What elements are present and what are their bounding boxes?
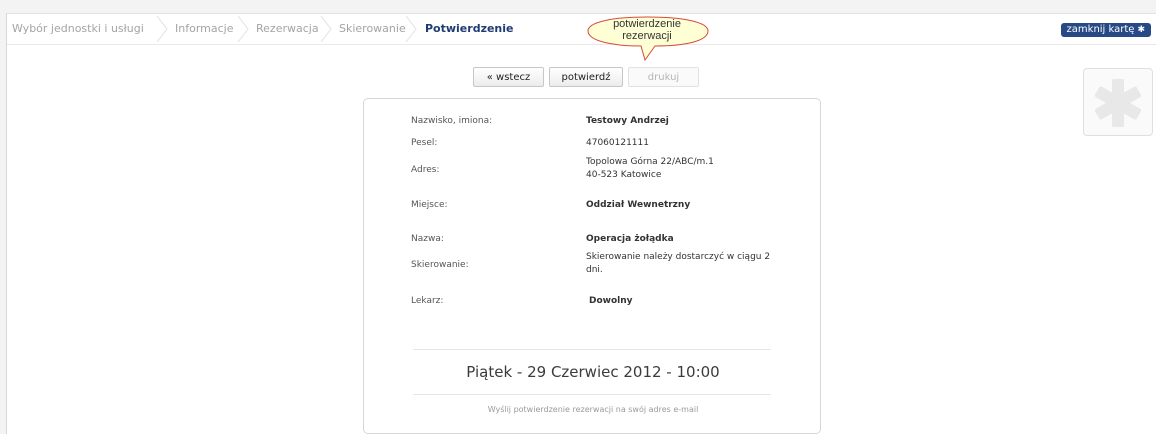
address-line-2: 40-523 Katowice: [586, 170, 662, 180]
service-label: Nazwa:: [411, 234, 444, 244]
divider-top: [413, 349, 771, 350]
doctor-label: Lekarz:: [411, 296, 444, 306]
name-value: Testowy Andrzej: [586, 116, 669, 126]
name-label: Nazwisko, imiona:: [411, 116, 493, 126]
address-value: Topolowa Górna 22/ABC/m.1 40-523 Katowic…: [586, 156, 714, 182]
service-value: Operacja żołądka: [586, 234, 674, 244]
address-label: Adres:: [411, 165, 440, 175]
close-card-label: zamknij kartę: [1066, 24, 1135, 35]
address-line-1: Topolowa Górna 22/ABC/m.1: [586, 157, 714, 167]
pesel-label: Pesel:: [411, 138, 438, 148]
referral-line-2: dni.: [586, 265, 603, 275]
breadcrumb-separator-icon: [404, 16, 418, 42]
doctor-value: Dowolny: [589, 296, 633, 306]
divider-bottom: [413, 394, 771, 395]
confirm-button[interactable]: potwierdź: [549, 67, 623, 87]
breadcrumb-step-reservation[interactable]: Rezerwacja: [256, 22, 319, 35]
referral-line-1: Skierowanie należy dostarczyć w ciągu 2: [586, 252, 771, 262]
pesel-value: 47060121111: [586, 138, 649, 148]
bubble-text: potwierdzenie rezerwacji: [585, 18, 709, 42]
star-of-life-icon: [1083, 68, 1153, 136]
print-button[interactable]: drukuj: [628, 67, 699, 87]
place-value: Oddział Wewnetrzny: [586, 200, 691, 210]
breadcrumb-separator-icon: [319, 16, 333, 42]
place-label: Miejsce:: [411, 200, 448, 210]
confirmation-card: Nazwisko, imiona: Testowy Andrzej Pesel:…: [363, 98, 821, 434]
breadcrumb-step-confirmation: Potwierdzenie: [425, 22, 514, 35]
referral-value: Skierowanie należy dostarczyć w ciągu 2 …: [586, 251, 796, 277]
close-x-icon: ✱: [1137, 25, 1145, 35]
bubble-line-1: potwierdzenie: [613, 18, 681, 30]
breadcrumb-step-unit[interactable]: Wybór jednostki i usługi: [12, 22, 144, 35]
page-container: Wybór jednostki i usługi Informacje Reze…: [6, 13, 1156, 434]
breadcrumb-separator-icon: [236, 16, 250, 42]
close-card-button[interactable]: zamknij kartę ✱: [1060, 23, 1151, 37]
bubble-line-2: rezerwacji: [622, 30, 672, 42]
back-button[interactable]: « wstecz: [473, 67, 544, 87]
send-email-link[interactable]: Wyślij potwierdzenie rezerwacji na swój …: [364, 405, 822, 414]
referral-label: Skierowanie:: [411, 260, 469, 270]
appointment-datetime: Piątek - 29 Czerwiec 2012 - 10:00: [466, 363, 720, 381]
breadcrumb-step-info[interactable]: Informacje: [175, 22, 233, 35]
breadcrumb: Wybór jednostki i usługi Informacje Reze…: [7, 14, 1156, 45]
breadcrumb-step-referral[interactable]: Skierowanie: [339, 22, 406, 35]
annotation-bubble: potwierdzenie rezerwacji: [585, 15, 711, 61]
breadcrumb-separator-icon: [155, 16, 169, 42]
